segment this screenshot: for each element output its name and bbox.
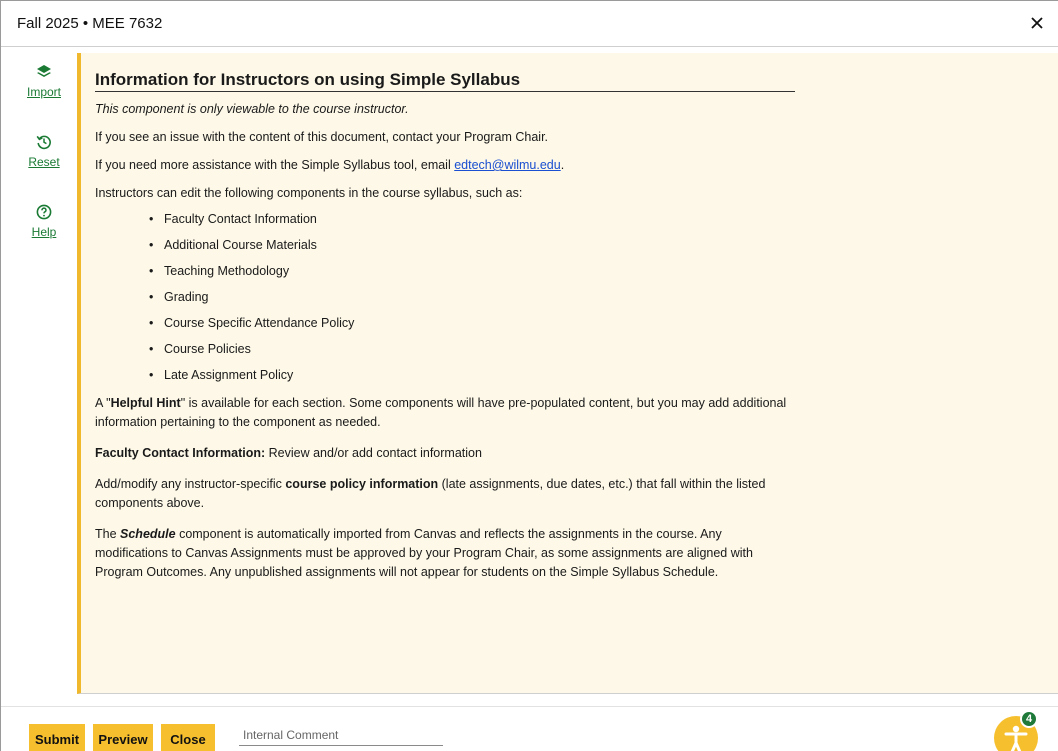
accessibility-button[interactable]: 4 (994, 710, 1038, 751)
sidebar-item-reset[interactable]: Reset (11, 133, 77, 169)
list-item: Teaching Methodology (149, 262, 795, 288)
dialog-window: Fall 2025 • MEE 7632 Import Reset Help I… (0, 0, 1058, 751)
instructor-only-note: This component is only viewable to the c… (95, 102, 409, 116)
assistance-paragraph: If you need more assistance with the Sim… (95, 156, 795, 175)
policy-text-pre: Add/modify any instructor-specific (95, 477, 286, 491)
sidebar-item-label: Reset (28, 155, 60, 169)
editable-components-list: Faculty Contact Information Additional C… (149, 210, 795, 392)
schedule-text-pre: The (95, 527, 121, 541)
close-icon[interactable] (1025, 11, 1049, 35)
sidebar-item-help[interactable]: Help (11, 203, 77, 239)
schedule-paragraph: The Schedule component is automatically … (95, 525, 795, 582)
schedule-bold-italic: Schedule (120, 527, 176, 541)
list-item: Course Policies (149, 340, 795, 366)
faculty-contact-text: Review and/or add contact information (265, 446, 482, 460)
syllabus-content-panel: Information for Instructors on using Sim… (77, 53, 1058, 694)
list-item: Grading (149, 288, 795, 314)
help-circle-icon (35, 203, 53, 221)
hint-text-post: " is available for each section. Some co… (95, 396, 787, 429)
sidebar: Import Reset Help (11, 47, 77, 695)
course-policy-paragraph: Add/modify any instructor-specific cours… (95, 475, 795, 513)
list-item: Course Specific Attendance Policy (149, 314, 795, 340)
sidebar-item-import[interactable]: Import (11, 63, 77, 99)
helpful-hint-paragraph: A "Helpful Hint" is available for each s… (95, 394, 795, 432)
faculty-contact-paragraph: Faculty Contact Information: Review and/… (95, 444, 795, 463)
list-item: Late Assignment Policy (149, 366, 795, 392)
list-item: Faculty Contact Information (149, 210, 795, 236)
faculty-contact-bold: Faculty Contact Information: (95, 446, 266, 460)
title-bar: Fall 2025 • MEE 7632 (1, 1, 1058, 47)
accessibility-badge: 4 (1020, 710, 1038, 728)
assistance-text: If you need more assistance with the Sim… (95, 158, 455, 172)
action-bar: Submit Preview Close (1, 706, 1058, 751)
history-icon (35, 133, 53, 151)
layers-icon (35, 63, 53, 81)
sidebar-item-label: Help (31, 225, 57, 239)
preview-button[interactable]: Preview (93, 724, 153, 751)
document-heading: Information for Instructors on using Sim… (95, 70, 795, 92)
schedule-text-post: component is automatically imported from… (95, 527, 753, 579)
issue-paragraph: If you see an issue with the content of … (95, 130, 549, 144)
assistance-period: . (560, 158, 565, 172)
sidebar-item-label: Import (26, 85, 61, 99)
hint-bold: Helpful Hint (110, 396, 181, 410)
submit-button[interactable]: Submit (29, 724, 85, 751)
close-button[interactable]: Close (161, 724, 215, 751)
instructor-info-document: Information for Instructors on using Sim… (95, 53, 795, 582)
editable-components-intro: Instructors can edit the following compo… (95, 186, 523, 200)
edtech-email-link[interactable]: edtech@wilmu.edu (454, 158, 561, 172)
internal-comment-input[interactable] (239, 724, 443, 746)
policy-bold: course policy information (285, 477, 439, 491)
window-title: Fall 2025 • MEE 7632 (17, 15, 163, 32)
list-item: Additional Course Materials (149, 236, 795, 262)
hint-text-pre: A " (95, 396, 111, 410)
